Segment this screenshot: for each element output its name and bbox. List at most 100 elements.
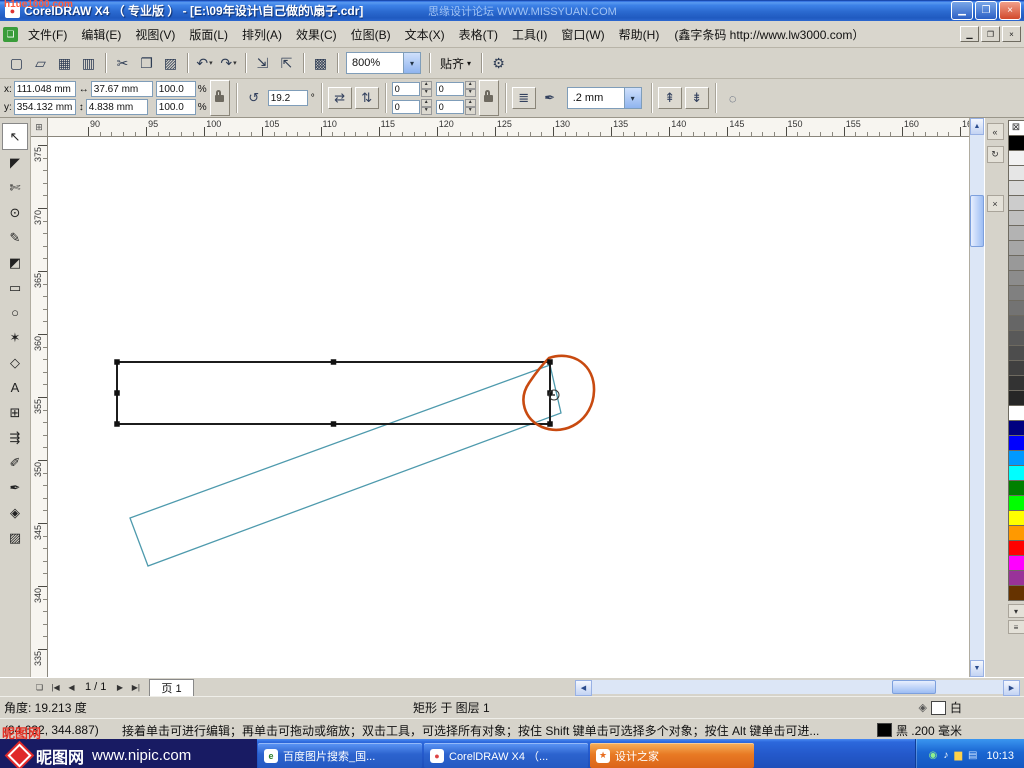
print-button[interactable]: ▥ — [77, 52, 100, 74]
spinner-down-icon[interactable]: ▼ — [421, 107, 432, 115]
color-swatch-23[interactable] — [1008, 480, 1024, 496]
mirror-horizontal-button[interactable]: ⇄ — [328, 87, 352, 109]
color-swatch-19[interactable] — [1008, 420, 1024, 436]
spinner-down-icon[interactable]: ▼ — [465, 107, 476, 115]
mirror-vertical-button[interactable]: ⇅ — [355, 87, 379, 109]
palette-expand-button[interactable]: ≡ — [1008, 620, 1024, 634]
color-swatch-0[interactable] — [1008, 135, 1024, 151]
color-swatch-17[interactable] — [1008, 390, 1024, 406]
color-swatch-22[interactable] — [1008, 465, 1024, 481]
selection-handle[interactable] — [114, 390, 120, 396]
color-swatch-28[interactable] — [1008, 555, 1024, 571]
menu-item-1[interactable]: 编辑(E) — [74, 22, 128, 47]
selection-handle[interactable] — [547, 421, 553, 427]
horizontal-ruler[interactable]: 9095100105110115120125130135140145150155… — [48, 118, 969, 136]
crop-tool[interactable]: ✄ — [3, 175, 27, 200]
page-flip-icon[interactable]: ❏ — [32, 680, 47, 695]
selected-rectangle[interactable] — [117, 362, 550, 424]
corner-radius-field-0[interactable] — [392, 82, 420, 96]
color-swatch-1[interactable] — [1008, 150, 1024, 166]
doc-restore-button[interactable]: ❐ — [981, 26, 1000, 42]
menu-item-6[interactable]: 位图(B) — [344, 22, 398, 47]
vertical-ruler[interactable]: 375370365360355350345340335 — [31, 137, 48, 677]
blend-tool[interactable]: ⇶ — [3, 425, 27, 450]
selection-handle[interactable] — [547, 359, 553, 365]
corner-radius-field-3[interactable] — [436, 100, 464, 114]
no-color-swatch[interactable]: ⊠ — [1008, 120, 1024, 136]
undo-button[interactable]: ↶▾ — [193, 52, 216, 74]
menu-item-0[interactable]: 文件(F) — [21, 22, 74, 47]
maximize-button[interactable]: ❐ — [975, 1, 997, 20]
menu-item-11[interactable]: 帮助(H) — [612, 22, 667, 47]
minimize-button[interactable]: ▁ — [951, 1, 973, 20]
corner-radius-field-1[interactable] — [436, 82, 464, 96]
selection-handle[interactable] — [547, 390, 553, 396]
corner-radius-spinner-2[interactable]: ▲▼ — [392, 99, 432, 115]
horizontal-scroll-thumb[interactable] — [892, 680, 936, 694]
spinner-arrows[interactable]: ▲▼ — [421, 99, 432, 115]
scroll-right-arrow[interactable]: ▶ — [1003, 680, 1020, 696]
options-button[interactable]: ⚙ — [487, 52, 510, 74]
selection-handle[interactable] — [114, 359, 120, 365]
basic-shapes-tool[interactable]: ◇ — [3, 350, 27, 375]
export-button[interactable]: ⇱ — [275, 52, 298, 74]
first-page-button[interactable]: |◀ — [48, 680, 63, 695]
chevron-down-icon[interactable]: ▾ — [209, 59, 213, 67]
chevron-down-icon[interactable]: ▾ — [233, 59, 237, 67]
taskbar-button-1[interactable]: ●CorelDRAW X4 （... — [424, 743, 588, 768]
chevron-down-icon[interactable]: ▾ — [403, 53, 420, 73]
color-swatch-4[interactable] — [1008, 195, 1024, 211]
vertical-scroll-thumb[interactable] — [970, 195, 984, 247]
refresh-docker-button[interactable]: ↻ — [987, 146, 1004, 163]
spinner-arrows[interactable]: ▲▼ — [465, 99, 476, 115]
vertical-scrollbar[interactable]: ▲ ▼ — [969, 118, 984, 677]
wrap-text-button[interactable]: ≣ — [512, 87, 536, 109]
color-swatch-10[interactable] — [1008, 285, 1024, 301]
selection-handle[interactable] — [331, 359, 337, 365]
zoom-combobox[interactable]: 800% ▾ — [346, 52, 421, 74]
close-docker-button[interactable]: × — [987, 195, 1004, 212]
menu-item-3[interactable]: 版面(L) — [182, 22, 235, 47]
redo-button[interactable]: ↷▾ — [217, 52, 240, 74]
application-launcher-button[interactable]: ▩ — [309, 52, 332, 74]
snap-dropdown[interactable]: 贴齐 ▾ — [435, 53, 476, 74]
menu-item-7[interactable]: 文本(X) — [398, 22, 452, 47]
open-button[interactable]: ▱ — [29, 52, 52, 74]
color-swatch-12[interactable] — [1008, 315, 1024, 331]
scroll-down-arrow[interactable]: ▼ — [970, 660, 984, 677]
paste-button[interactable]: ▨ — [159, 52, 182, 74]
corner-radius-spinner-3[interactable]: ▲▼ — [436, 99, 476, 115]
spinner-down-icon[interactable]: ▼ — [421, 89, 432, 97]
drawing-canvas[interactable] — [48, 137, 969, 677]
horizontal-scrollbar[interactable]: ◀ ▶ — [575, 680, 1020, 694]
color-swatch-30[interactable] — [1008, 585, 1024, 601]
selection-handle[interactable] — [114, 421, 120, 427]
scale-y-field[interactable] — [156, 99, 196, 115]
y-position-field[interactable] — [14, 99, 76, 115]
width-field[interactable] — [91, 81, 153, 97]
color-swatch-26[interactable] — [1008, 525, 1024, 541]
polygon-tool[interactable]: ✶ — [3, 325, 27, 350]
table-tool[interactable]: ⊞ — [3, 400, 27, 425]
spinner-arrows[interactable]: ▲▼ — [421, 81, 432, 97]
spinner-up-icon[interactable]: ▲ — [465, 99, 476, 107]
new-document-button[interactable]: ▢ — [5, 52, 28, 74]
spinner-down-icon[interactable]: ▼ — [465, 89, 476, 97]
scale-x-field[interactable] — [156, 81, 196, 97]
color-swatch-11[interactable] — [1008, 300, 1024, 316]
color-swatch-6[interactable] — [1008, 225, 1024, 241]
menu-item-2[interactable]: 视图(V) — [128, 22, 182, 47]
taskbar-button-2[interactable]: ★设计之家 — [590, 743, 754, 768]
taskbar-button-0[interactable]: e百度图片搜索_国... — [258, 743, 422, 768]
color-swatch-20[interactable] — [1008, 435, 1024, 451]
color-swatch-5[interactable] — [1008, 210, 1024, 226]
menu-item-5[interactable]: 效果(C) — [289, 22, 344, 47]
previous-page-button[interactable]: ◀ — [64, 680, 79, 695]
zoom-tool[interactable]: ⊙ — [3, 200, 27, 225]
chart-tray-icon[interactable]: ▆ — [954, 751, 962, 761]
interactive-fill-tool[interactable]: ▨ — [3, 525, 27, 550]
last-page-button[interactable]: ▶| — [128, 680, 143, 695]
horizontal-scroll-track[interactable] — [592, 680, 1003, 694]
outline-pen-tool[interactable]: ✒ — [3, 475, 27, 500]
menu-item-4[interactable]: 排列(A) — [235, 22, 289, 47]
